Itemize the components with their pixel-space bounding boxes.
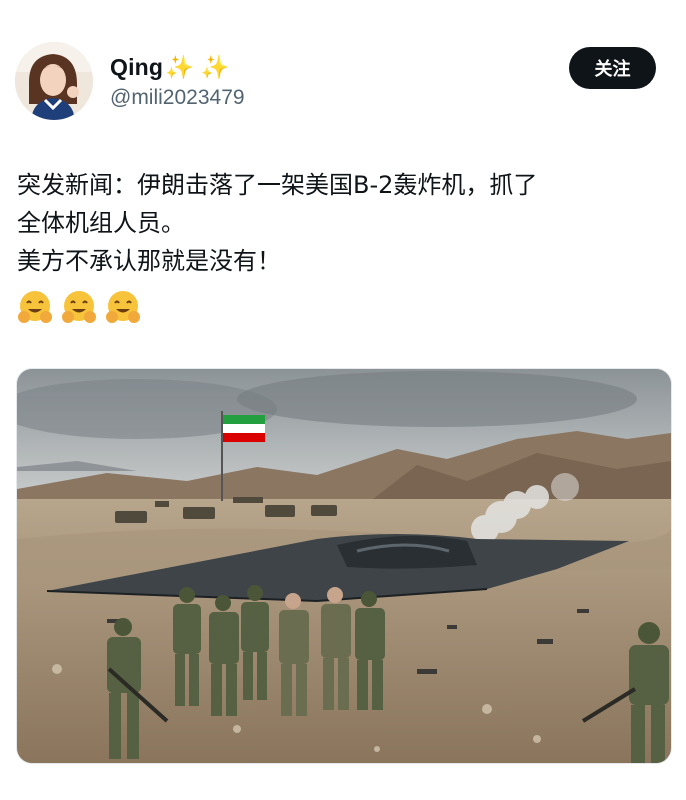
hugging-face-emoji-icon (106, 291, 140, 323)
post-text: 突发新闻：伊朗击落了一架美国B-2轰炸机，抓了 全体机组人员。 美方不承认那就是… (17, 166, 677, 280)
avatar-image (15, 42, 93, 120)
post-text-line: 美方不承认那就是没有！ (17, 247, 281, 275)
hugging-face-emoji-icon (62, 291, 96, 323)
follow-button[interactable]: 关注 (569, 47, 656, 89)
user-handle[interactable]: @mili2023479 (110, 86, 245, 110)
post-text-line: 突发新闻：伊朗击落了一架美国B-2轰炸机，抓了 (17, 171, 538, 199)
iran-flag-icon (223, 415, 265, 442)
hugging-face-emoji-icon (18, 291, 52, 323)
emoji-row (16, 288, 142, 326)
avatar[interactable] (15, 42, 93, 120)
post-image[interactable] (16, 368, 672, 764)
scene-illustration (17, 369, 671, 763)
sparkles-icon: ✨ ✨ (165, 54, 230, 80)
display-name-text: Qing (110, 54, 164, 80)
display-name[interactable]: Qing✨ ✨ (110, 54, 229, 81)
post-text-line: 全体机组人员。 (17, 209, 185, 237)
